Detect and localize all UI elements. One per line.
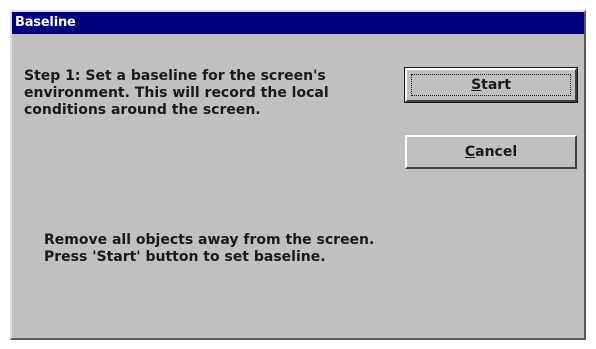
cancel-button[interactable]: Cancel (405, 135, 577, 169)
dialog-title: Baseline (15, 15, 76, 30)
start-button-label: Start (471, 77, 511, 93)
dialog-title-bar: Baseline (12, 12, 584, 34)
instruction-text: Remove all objects away from the screen.… (44, 232, 375, 265)
cancel-label-rest: ancel (475, 144, 518, 160)
start-label-rest: tart (481, 77, 511, 93)
step-description: Step 1: Set a baseline for the screen's … (24, 68, 329, 118)
baseline-dialog: Baseline Step 1: Set a baseline for the … (10, 10, 586, 340)
start-button[interactable]: Start (404, 67, 578, 103)
cancel-mnemonic: C (464, 144, 476, 160)
start-mnemonic: S (471, 77, 482, 93)
cancel-button-label: Cancel (465, 144, 517, 160)
